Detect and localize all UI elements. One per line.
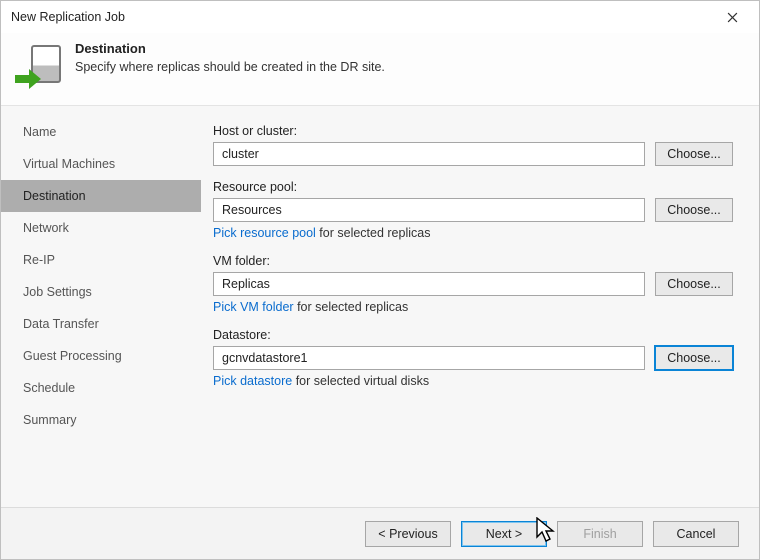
sidebar-item-name[interactable]: Name xyxy=(1,116,201,148)
sidebar-item-summary[interactable]: Summary xyxy=(1,404,201,436)
resource-pool-choose-button[interactable]: Choose... xyxy=(655,198,733,222)
window-title: New Replication Job xyxy=(11,10,125,24)
host-choose-button[interactable]: Choose... xyxy=(655,142,733,166)
wizard-steps: Name Virtual Machines Destination Networ… xyxy=(1,106,201,507)
sidebar-item-network[interactable]: Network xyxy=(1,212,201,244)
host-input[interactable] xyxy=(213,142,645,166)
wizard-footer: < Previous Next > Finish Cancel xyxy=(1,507,759,559)
vm-folder-choose-button[interactable]: Choose... xyxy=(655,272,733,296)
datastore-input[interactable] xyxy=(213,346,645,370)
close-icon xyxy=(727,12,738,23)
vm-folder-label: VM folder: xyxy=(213,254,733,268)
datastore-choose-button[interactable]: Choose... xyxy=(655,346,733,370)
vm-folder-hint: Pick VM folder for selected replicas xyxy=(213,300,733,314)
wizard-header: Destination Specify where replicas shoul… xyxy=(1,33,759,106)
resource-pool-input[interactable] xyxy=(213,198,645,222)
vm-folder-input[interactable] xyxy=(213,272,645,296)
datastore-hint: Pick datastore for selected virtual disk… xyxy=(213,374,733,388)
finish-button: Finish xyxy=(557,521,643,547)
sidebar-item-guest-processing[interactable]: Guest Processing xyxy=(1,340,201,372)
previous-button[interactable]: < Previous xyxy=(365,521,451,547)
sidebar-item-re-ip[interactable]: Re-IP xyxy=(1,244,201,276)
resource-pool-hint: Pick resource pool for selected replicas xyxy=(213,226,733,240)
host-label: Host or cluster: xyxy=(213,124,733,138)
close-button[interactable] xyxy=(715,3,749,31)
titlebar: New Replication Job xyxy=(1,1,759,33)
datastore-label: Datastore: xyxy=(213,328,733,342)
next-button[interactable]: Next > xyxy=(461,521,547,547)
step-title: Destination xyxy=(75,41,385,56)
sidebar-item-schedule[interactable]: Schedule xyxy=(1,372,201,404)
pick-vm-folder-link[interactable]: Pick VM folder xyxy=(213,300,294,314)
wizard-window: New Replication Job Destination Specify … xyxy=(0,0,760,560)
pick-resource-pool-link[interactable]: Pick resource pool xyxy=(213,226,316,240)
cancel-button[interactable]: Cancel xyxy=(653,521,739,547)
sidebar-item-data-transfer[interactable]: Data Transfer xyxy=(1,308,201,340)
sidebar-item-destination[interactable]: Destination xyxy=(1,180,201,212)
sidebar-item-job-settings[interactable]: Job Settings xyxy=(1,276,201,308)
sidebar-item-virtual-machines[interactable]: Virtual Machines xyxy=(1,148,201,180)
wizard-content: Host or cluster: Choose... Resource pool… xyxy=(201,106,759,507)
resource-pool-label: Resource pool: xyxy=(213,180,733,194)
step-subtitle: Specify where replicas should be created… xyxy=(75,60,385,74)
destination-icon xyxy=(19,45,61,87)
pick-datastore-link[interactable]: Pick datastore xyxy=(213,374,292,388)
